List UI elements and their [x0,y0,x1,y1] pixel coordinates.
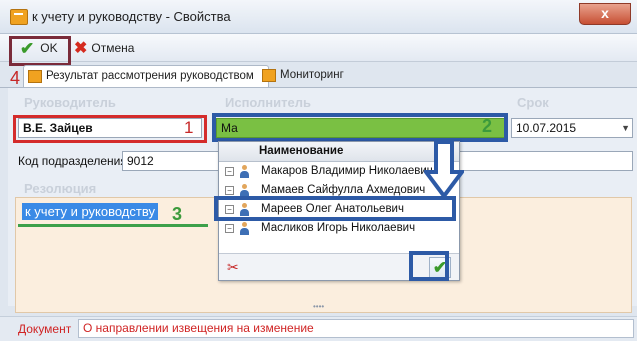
manager-label: Руководитель [24,95,116,110]
resolution-selected-text: к учету и руководству [22,203,158,220]
splitter-handle[interactable]: •••• [313,303,337,311]
close-button[interactable]: x [579,3,631,25]
cancel-button[interactable]: ✖ Отмена [74,38,134,58]
tab-label: Мониторинг [280,69,344,81]
tab-label: Результат рассмотрения руководством [46,70,254,82]
tab-management-review[interactable]: Результат рассмотрения руководством [23,65,269,87]
properties-window: к учету и руководству - Свойства x ✔ OK ✖… [0,0,637,341]
executor-label: Исполнитель [225,95,311,110]
list-item[interactable]: − Макаров Владимир Николаевич [219,162,459,181]
list-item-name: Масликов Игорь Николаевич [261,222,416,234]
document-label: Документ [18,322,72,336]
annotation-arrow-icon [424,140,464,200]
tab-strip: Результат рассмотрения руководством Мони… [0,62,637,88]
dept-code-label: Код подразделения [18,154,127,168]
expand-icon[interactable]: − [225,186,234,195]
deadline-value: 10.07.2015 [516,121,577,135]
dept-name-field[interactable] [457,151,633,171]
cross-icon: ✖ [74,39,88,57]
document-bar: Документ О направлении извещения на изме… [0,316,637,341]
annotation-number-2: 2 [482,116,493,136]
clear-icon[interactable]: ✂ [227,259,243,275]
annotation-box-manager [13,115,207,143]
deadline-field[interactable]: 10.07.2015 ▼ [511,118,633,138]
flag-icon [28,70,42,83]
deadline-label: Срок [517,95,549,110]
document-field[interactable]: О направлении извещения на изменение [78,319,634,338]
person-icon [239,165,250,178]
annotation-number-3: 3 [172,204,183,224]
dropdown-header: Наименование [219,142,459,162]
expand-icon[interactable]: − [225,167,234,176]
column-header-name: Наименование [259,145,344,157]
person-icon [239,222,250,235]
list-item-name: Макаров Владимир Николаевич [261,165,433,177]
document-icon [10,9,28,25]
toolbar: ✔ OK ✖ Отмена [0,34,637,62]
cancel-label: Отмена [91,41,135,55]
annotation-box-executor [212,113,508,142]
window-title: к учету и руководству - Свойства [32,9,231,24]
tab-monitoring[interactable]: Мониторинг [258,65,372,86]
annotation-box-confirm [409,251,449,281]
flag-icon [262,69,276,82]
annotation-box-selected-row [214,196,456,221]
dropdown-arrow-icon[interactable]: ▼ [621,119,630,137]
dept-code-field[interactable]: 9012 [122,151,221,171]
expand-icon[interactable]: − [225,224,234,233]
title-bar: к учету и руководству - Свойства x [0,0,637,34]
list-item[interactable]: − Масликов Игорь Николаевич [219,219,459,238]
annotation-number-1: 1 [184,118,194,137]
annotation-number-4: 4 [10,68,21,88]
resolution-label: Резолюция [24,181,97,196]
